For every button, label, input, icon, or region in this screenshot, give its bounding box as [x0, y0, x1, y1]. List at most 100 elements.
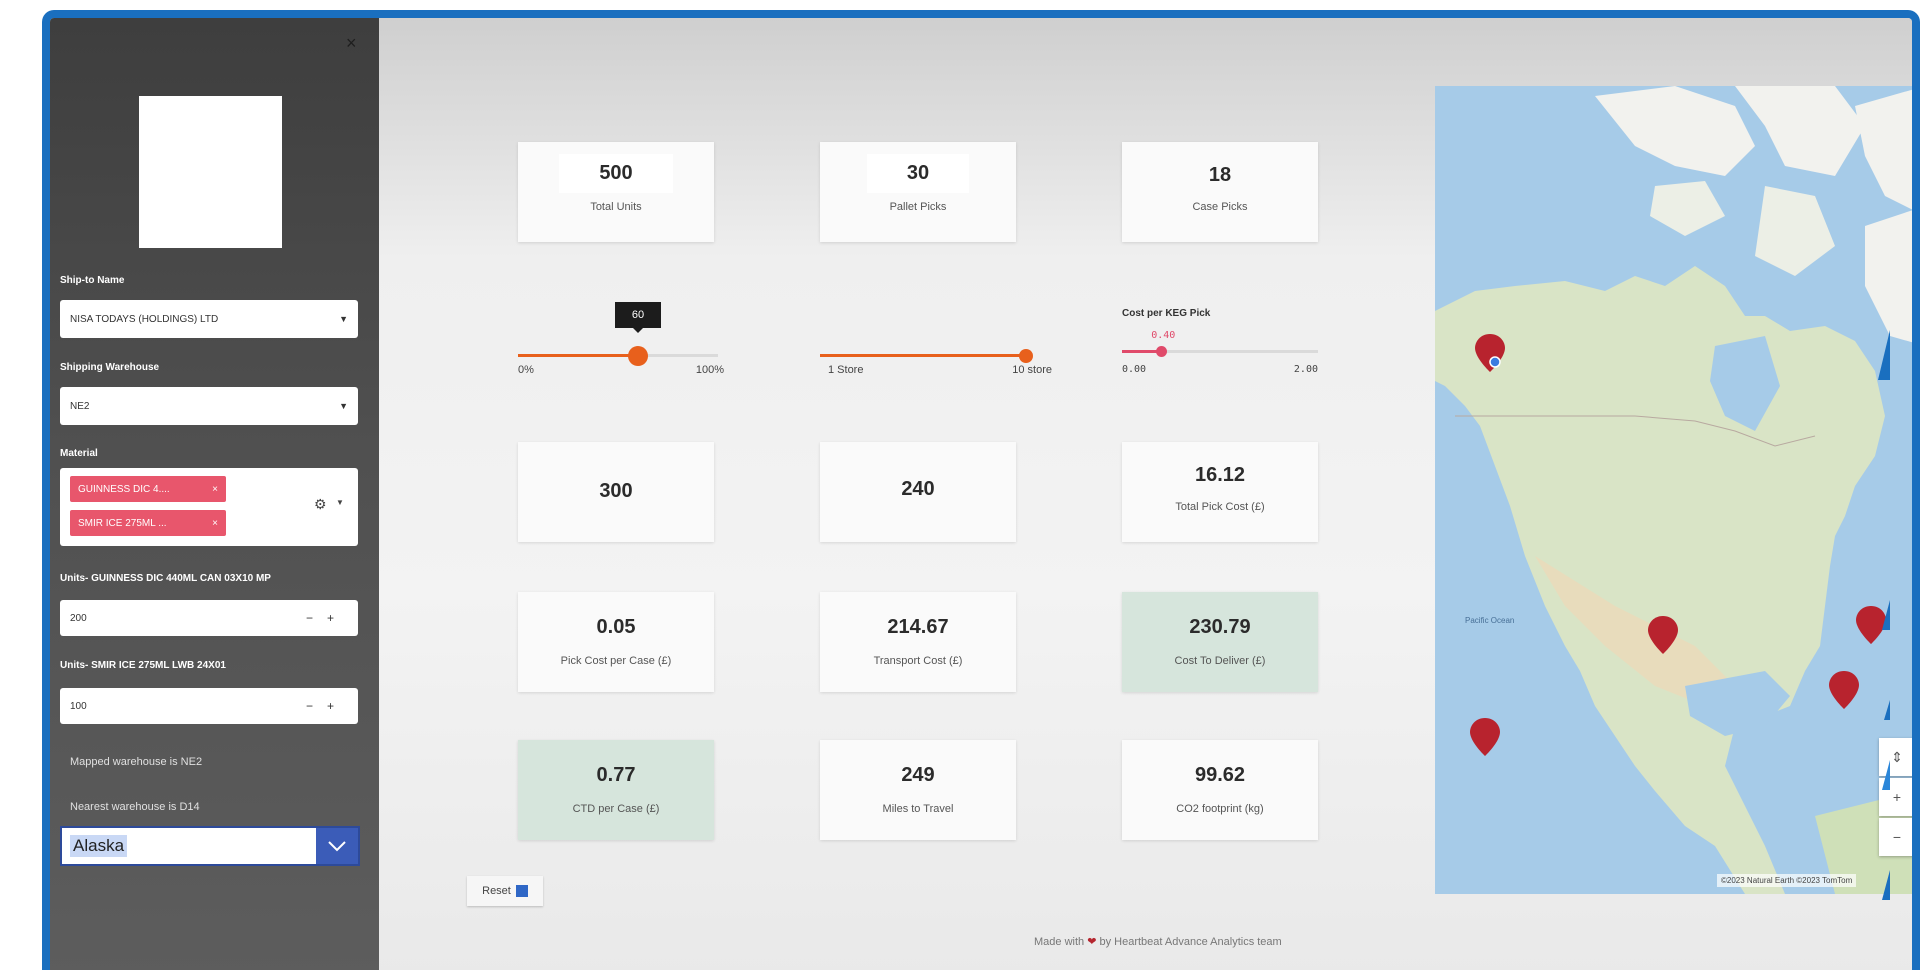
slider-max-label: 100%	[695, 364, 724, 376]
reset-button[interactable]: Reset	[467, 876, 543, 906]
slider-min-label: 0.00	[1122, 364, 1147, 375]
total-units-card: 500 Total Units	[518, 142, 714, 242]
ctd-per-case-card: 0.77 CTD per Case (£)	[518, 740, 714, 840]
dashboard-main: 500 Total Units 30 Pallet Picks 18 Case …	[379, 18, 1912, 970]
remove-tag-icon[interactable]: ×	[212, 518, 218, 529]
units-smir-value: 100	[70, 700, 87, 712]
cost-to-deliver-label: Cost To Deliver (£)	[1174, 655, 1266, 667]
footer-prefix: Made with	[1034, 936, 1085, 948]
ocean-label: Pacific Ocean	[1465, 616, 1515, 625]
slider-max-label: 10 store	[1012, 364, 1052, 376]
pick-cost-case-value: 0.05	[596, 616, 636, 638]
filter-sidebar: × Ship-to Name NISA TODAYS (HOLDINGS) LT…	[50, 18, 379, 970]
total-pick-cost-value: 16.12	[1194, 464, 1246, 486]
region-dropdown-button[interactable]	[316, 828, 358, 864]
offscreen-panel-edge	[1878, 330, 1890, 900]
cost-to-deliver-value: 230.79	[1189, 616, 1251, 638]
gear-icon[interactable]: ⚙	[314, 496, 327, 513]
logo-placeholder	[139, 96, 282, 248]
total-units-label: Total Units	[590, 201, 642, 213]
co2-card: 99.62 CO2 footprint (kg)	[1122, 740, 1318, 840]
warehouse-label: Shipping Warehouse	[60, 362, 160, 373]
warehouse-select[interactable]: NE2 ▼	[60, 387, 358, 425]
caret-down-icon: ▼	[339, 314, 348, 324]
units-guinness-label: Units- GUINNESS DIC 440ML CAN 03X10 MP	[60, 573, 271, 584]
ctd-per-case-label: CTD per Case (£)	[572, 803, 660, 815]
percent-slider[interactable]: 60 0% 100%	[518, 302, 724, 382]
co2-label: CO2 footprint (kg)	[1176, 803, 1264, 815]
pick-cost-case-label: Pick Cost per Case (£)	[560, 655, 672, 667]
case-picks-label: Case Picks	[1192, 201, 1248, 213]
chevron-down-icon	[328, 841, 346, 852]
miles-label: Miles to Travel	[882, 803, 954, 815]
pallet-picks-card: 30 Pallet Picks	[820, 142, 1016, 242]
slider-value-label: 0.40	[1151, 330, 1176, 341]
map-marker-icon[interactable]	[1470, 718, 1500, 756]
nearest-warehouse-text: Nearest warehouse is D14	[70, 801, 200, 813]
case-picks-value: 18	[1208, 164, 1232, 186]
value-300-card: 300	[518, 442, 714, 542]
ship-to-label: Ship-to Name	[60, 275, 125, 286]
material-label: Material	[60, 448, 98, 459]
transport-cost-value: 214.67	[887, 616, 949, 638]
app-window: × Ship-to Name NISA TODAYS (HOLDINGS) LT…	[42, 10, 1920, 970]
slider-knob[interactable]	[1155, 346, 1167, 357]
material-tag-label: SMIR ICE 275ML ...	[78, 517, 167, 529]
map-marker-icon[interactable]	[1829, 671, 1859, 709]
ship-to-value: NISA TODAYS (HOLDINGS) LTD	[70, 313, 219, 325]
co2-value: 99.62	[1194, 764, 1246, 786]
material-multiselect[interactable]: GUINNESS DIC 4.... × SMIR ICE 275ML ... …	[60, 468, 358, 546]
units-guinness-input[interactable]: 200 −+	[60, 600, 358, 636]
stores-slider[interactable]: 1 Store 10 store	[820, 302, 1052, 382]
keg-slider-title: Cost per KEG Pick	[1122, 308, 1211, 319]
slider-knob[interactable]	[628, 346, 648, 366]
stepper-buttons[interactable]: −+	[306, 699, 348, 713]
region-select[interactable]: Alaska	[60, 826, 360, 866]
card-value: 240	[901, 478, 935, 500]
transport-cost-card: 214.67 Transport Cost (£)	[820, 592, 1016, 692]
caret-down-icon[interactable]: ▼	[336, 498, 344, 507]
reset-icon	[515, 885, 528, 897]
total-pick-cost-card: 16.12 Total Pick Cost (£)	[1122, 442, 1318, 542]
total-pick-cost-label: Total Pick Cost (£)	[1175, 501, 1265, 513]
miles-card: 249 Miles to Travel	[820, 740, 1016, 840]
slider-tooltip: 60	[615, 302, 661, 333]
map-attribution: ©2023 Natural Earth ©2023 TomTom	[1717, 874, 1857, 887]
caret-down-icon: ▼	[339, 401, 348, 411]
material-tag[interactable]: GUINNESS DIC 4.... ×	[70, 476, 226, 502]
footer-suffix: by Heartbeat Advance Analytics team	[1099, 936, 1282, 948]
units-guinness-value: 200	[70, 612, 87, 624]
slider-max-label: 2.00	[1293, 364, 1318, 375]
slider-knob[interactable]	[1019, 349, 1033, 363]
card-value: 300	[599, 480, 633, 502]
reset-label: Reset	[482, 885, 511, 897]
cost-to-deliver-card: 230.79 Cost To Deliver (£)	[1122, 592, 1318, 692]
remove-tag-icon[interactable]: ×	[212, 484, 218, 495]
stepper-buttons[interactable]: −+	[306, 611, 348, 625]
pallet-picks-value: 30	[906, 162, 930, 184]
units-smir-label: Units- SMIR ICE 275ML LWB 24X01	[60, 660, 226, 671]
transport-cost-label: Transport Cost (£)	[873, 655, 963, 667]
slider-min-label: 0%	[518, 364, 534, 376]
units-smir-input[interactable]: 100 −+	[60, 688, 358, 724]
warehouse-value: NE2	[70, 400, 90, 412]
material-tag[interactable]: SMIR ICE 275ML ... ×	[70, 510, 226, 536]
ctd-per-case-value: 0.77	[596, 764, 636, 786]
mapped-warehouse-text: Mapped warehouse is NE2	[70, 756, 203, 768]
slider-min-label: 1 Store	[828, 364, 864, 376]
slider-fill	[518, 354, 638, 357]
close-sidebar-icon[interactable]: ×	[346, 34, 357, 52]
slider-fill	[820, 354, 1026, 357]
footer: Made with ❤ by Heartbeat Advance Analyti…	[1034, 935, 1282, 948]
total-units-value: 500	[599, 162, 633, 184]
case-picks-card: 18 Case Picks	[1122, 142, 1318, 242]
heart-icon: ❤	[1087, 936, 1097, 948]
region-value: Alaska	[70, 835, 128, 857]
ship-to-select[interactable]: NISA TODAYS (HOLDINGS) LTD ▼	[60, 300, 358, 338]
map-view[interactable]: Pacific Ocean ⇕ + − ©2023 Natural Earth …	[1435, 86, 1912, 894]
miles-value: 249	[901, 764, 935, 786]
value-240-card: 240	[820, 442, 1016, 542]
keg-cost-slider[interactable]: Cost per KEG Pick 0.40 0.00 2.00	[1122, 302, 1318, 382]
material-tag-label: GUINNESS DIC 4....	[78, 483, 170, 495]
pick-cost-case-card: 0.05 Pick Cost per Case (£)	[518, 592, 714, 692]
